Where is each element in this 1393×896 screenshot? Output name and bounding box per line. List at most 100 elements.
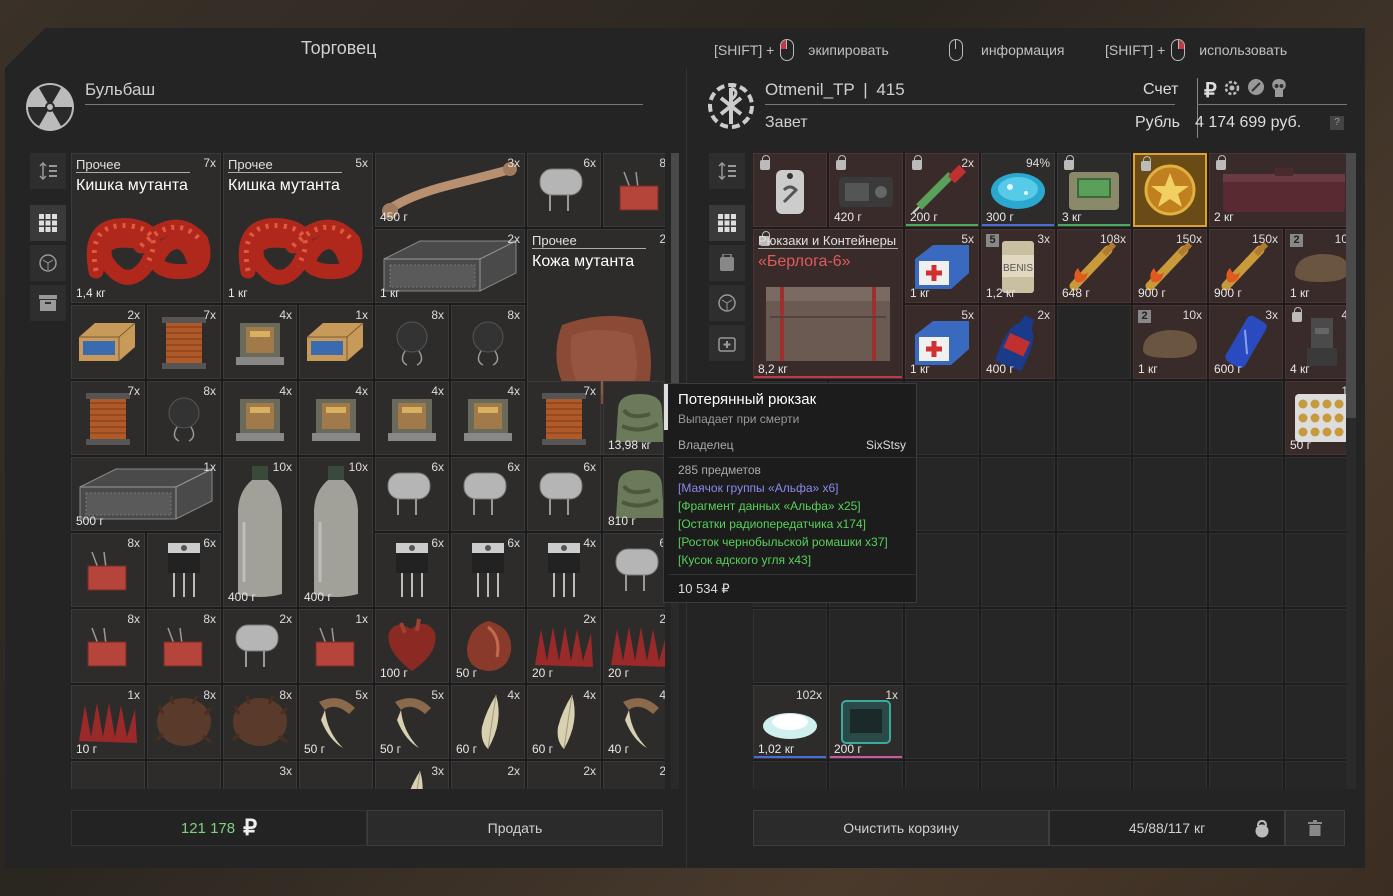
ruble-icon[interactable]: ₽ [1204, 78, 1217, 103]
inventory-item-crystal-oscillator[interactable]: 6x [451, 457, 525, 531]
empty-slot[interactable] [1057, 761, 1131, 789]
inventory-item-pliers[interactable]: 2x [527, 761, 601, 789]
tab-medicine[interactable] [709, 325, 745, 361]
inventory-item-pliers[interactable] [147, 761, 221, 789]
tab-all[interactable] [709, 205, 745, 241]
inventory-item-case[interactable]: 2 кг [1209, 153, 1347, 227]
inventory-item-circuit-case[interactable]: 2x 1 кг [375, 229, 525, 303]
empty-slot[interactable] [1209, 381, 1283, 455]
empty-slot[interactable] [1209, 685, 1283, 759]
inventory-item-bread[interactable]: 210x1 кг [1285, 229, 1347, 303]
tab-artifacts[interactable] [709, 285, 745, 321]
skull-icon[interactable] [1270, 78, 1288, 98]
inventory-item-battery-box[interactable]: 1x [299, 305, 373, 379]
inventory-item-crystal-oscillator[interactable]: 6x [603, 533, 665, 607]
inventory-item-powder[interactable]: 102x 1,02 кг [753, 685, 827, 759]
inventory-item-crystal-oscillator[interactable]: 6x [527, 457, 601, 531]
inventory-item-lost-backpack[interactable]: 810 г [603, 457, 665, 531]
inventory-item-star-badge[interactable] [1133, 153, 1207, 227]
inventory-item-transformer[interactable]: 4x [299, 381, 373, 455]
empty-slot[interactable] [1133, 685, 1207, 759]
inventory-item-injector[interactable]: 2x 200 г [905, 153, 979, 227]
inventory-item-device[interactable]: 420 г [829, 153, 903, 227]
sell-button[interactable]: Продать [367, 810, 663, 846]
inventory-item-transformer[interactable]: 4x [223, 381, 297, 455]
inventory-item-disc-capacitor[interactable]: 8x [147, 381, 221, 455]
inventory-item-capacitor-red[interactable]: 8x [147, 609, 221, 683]
empty-slot[interactable] [1285, 685, 1347, 759]
empty-slot[interactable] [981, 609, 1055, 683]
empty-slot[interactable] [1209, 761, 1283, 789]
empty-slot[interactable] [1057, 305, 1131, 379]
inventory-item-disc-capacitor[interactable]: 8x [375, 305, 449, 379]
empty-slot[interactable] [905, 609, 979, 683]
inventory-item-crystal-oscillator[interactable]: 6x [375, 457, 449, 531]
empty-slot[interactable] [981, 457, 1055, 531]
empty-slot[interactable] [1133, 381, 1207, 455]
inventory-item-claw[interactable]: 5x 50 г [375, 685, 449, 759]
inventory-item-heart[interactable]: 100 г [375, 609, 449, 683]
inventory-item-coil[interactable]: 7x [527, 381, 601, 455]
inventory-item-mutant-gut[interactable]: Прочее Кишка мутанта 7x 1,4 кг [71, 153, 221, 303]
sort-button[interactable] [709, 153, 745, 189]
gear-icon[interactable] [1222, 78, 1242, 98]
inventory-item-claw[interactable]: 4x 40 г [603, 685, 665, 759]
empty-slot[interactable] [753, 609, 827, 683]
empty-slot[interactable] [981, 533, 1055, 607]
inventory-item-detector[interactable]: 3 кг [1057, 153, 1131, 227]
inventory-item-pliers[interactable] [299, 761, 373, 789]
inventory-item-disc-capacitor[interactable]: 8x [451, 305, 525, 379]
empty-slot[interactable] [1285, 457, 1347, 531]
empty-slot[interactable] [1133, 533, 1207, 607]
empty-slot[interactable] [1133, 457, 1207, 531]
empty-slot[interactable] [1133, 609, 1207, 683]
empty-slot[interactable] [981, 381, 1055, 455]
inventory-item-spikes[interactable]: 2x 20 г [603, 609, 665, 683]
inventory-item-ammo[interactable]: 150x 900 г [1209, 229, 1283, 303]
empty-slot[interactable] [905, 685, 979, 759]
tab-equipment[interactable] [709, 245, 745, 281]
inventory-item-coil[interactable]: 7x [71, 381, 145, 455]
inventory-item-bottle[interactable]: 10x 400 г [299, 457, 373, 607]
inventory-item-pills[interactable]: 1x50 г [1285, 381, 1347, 455]
inventory-item-pliers[interactable]: 2x [603, 761, 665, 789]
inventory-item-capacitor-red[interactable]: 8x [71, 609, 145, 683]
tab-all[interactable] [30, 205, 66, 241]
inventory-item-fang[interactable]: 4x 60 г [527, 685, 601, 759]
inventory-item-transistor[interactable]: 4x [527, 533, 601, 607]
empty-slot[interactable] [1209, 533, 1283, 607]
help-icon[interactable]: ? [1330, 116, 1344, 130]
inventory-item-fur[interactable]: 8x [147, 685, 221, 759]
empty-slot[interactable] [1057, 457, 1131, 531]
empty-slot[interactable] [1057, 381, 1131, 455]
inventory-item-medkit[interactable]: 5x 1 кг [905, 229, 979, 303]
inventory-item-claw[interactable]: 5x 50 г [299, 685, 373, 759]
inventory-item-flashlight[interactable]: 4x4 кг [1285, 305, 1347, 379]
empty-slot[interactable] [981, 685, 1055, 759]
inventory-item-spikes[interactable]: 1x 10 г [71, 685, 145, 759]
empty-slot[interactable] [1057, 609, 1131, 683]
inventory-item-fang[interactable]: 4x 60 г [451, 685, 525, 759]
inventory-item-pda[interactable]: 1x 200 г [829, 685, 903, 759]
inventory-item-lost-backpack[interactable]: 13,98 кг [603, 381, 665, 455]
inventory-item-transformer[interactable]: 4x [451, 381, 525, 455]
empty-slot[interactable] [1057, 685, 1131, 759]
inventory-item-transformer[interactable]: 4x [223, 305, 297, 379]
inventory-item-crystal-oscillator[interactable]: 2x [223, 609, 297, 683]
empty-slot[interactable] [1285, 609, 1347, 683]
empty-slot[interactable] [905, 761, 979, 789]
sort-button[interactable] [30, 153, 66, 189]
empty-slot[interactable] [829, 609, 903, 683]
compass-icon[interactable] [1247, 78, 1265, 96]
empty-slot[interactable] [1285, 533, 1347, 607]
empty-slot[interactable] [753, 761, 827, 789]
inventory-item-coil[interactable]: 7x [147, 305, 221, 379]
inventory-item-battery-box[interactable]: 2x [71, 305, 145, 379]
inventory-item-organ[interactable]: 50 г [451, 609, 525, 683]
inventory-item-transistor[interactable]: 6x [375, 533, 449, 607]
empty-slot[interactable] [981, 761, 1055, 789]
inventory-item-fang[interactable]: 3x [375, 761, 449, 789]
inventory-item-pliers[interactable]: 3x [223, 761, 297, 789]
empty-slot[interactable] [1057, 533, 1131, 607]
inventory-item-energy-can[interactable]: 3x 600 г [1209, 305, 1283, 379]
